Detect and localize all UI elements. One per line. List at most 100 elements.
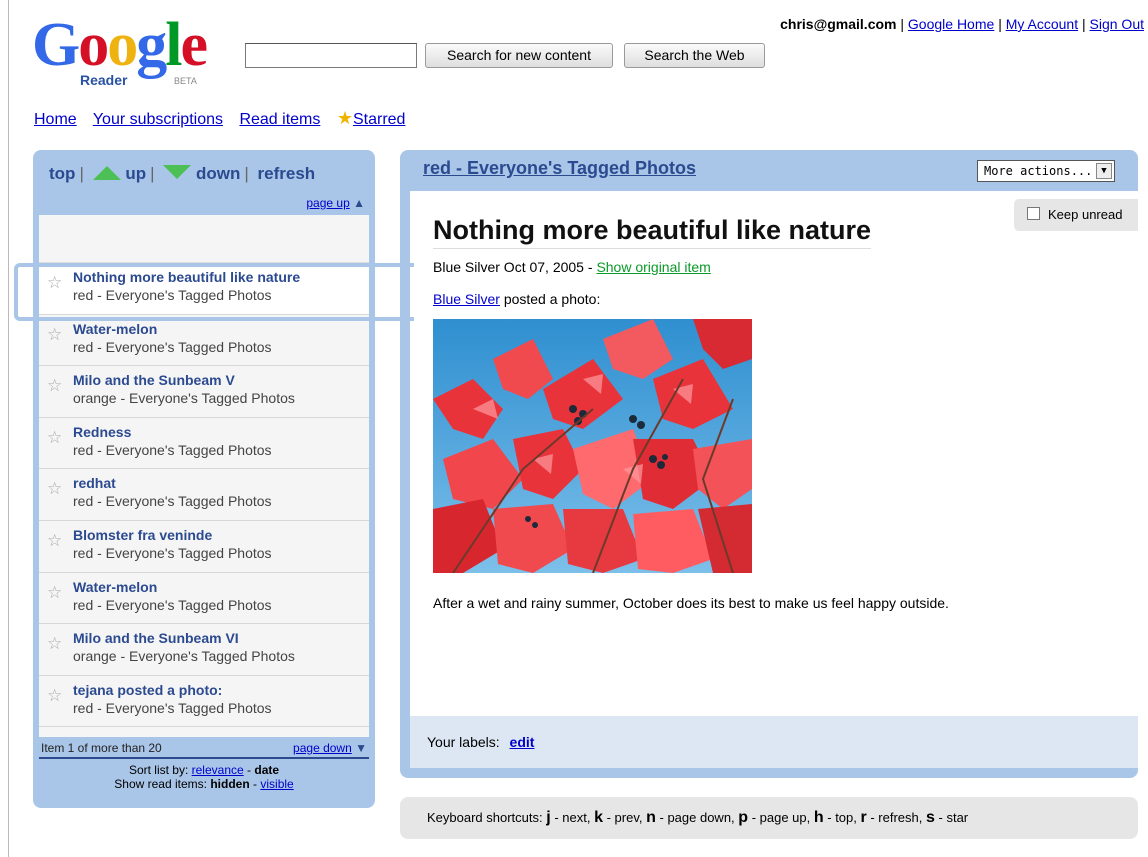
keep-unread-checkbox[interactable] (1027, 207, 1040, 220)
logo-reader-label: Reader (80, 72, 128, 88)
sign-out-link[interactable]: Sign Out (1090, 16, 1144, 32)
star-outline-icon[interactable]: ☆ (47, 325, 62, 345)
search-web-button[interactable]: Search the Web (624, 43, 765, 68)
show-visible-link[interactable]: visible (260, 777, 293, 791)
author-link[interactable]: Blue Silver (433, 291, 500, 307)
sort-relevance-link[interactable]: relevance (192, 763, 244, 777)
star-outline-icon[interactable]: ☆ (47, 428, 62, 448)
keep-unread-label: Keep unread (1048, 207, 1123, 222)
article-caption: After a wet and rainy summer, October do… (433, 595, 949, 611)
shortcuts-label: Keyboard shortcuts: (427, 810, 543, 825)
list-item-title[interactable]: Milo and the Sunbeam V (73, 372, 369, 388)
list-item[interactable]: ☆ Blomster fra veninde red - Everyone's Ta… (39, 520, 369, 573)
page-down-control[interactable]: page down ▼ (293, 741, 367, 755)
shortcut-description: - page up, (748, 810, 811, 825)
logo-letter: l (165, 11, 182, 79)
list-item-title[interactable]: tejana posted a photo: (73, 682, 369, 698)
user-bar: chris@gmail.com | Google Home | My Accou… (780, 16, 1144, 32)
list-item-title[interactable]: Blomster fra veninde (73, 527, 369, 543)
separator: | (998, 16, 1002, 32)
list-item[interactable]: ☆ Water-melon red - Everyone's Tagged Phot… (39, 572, 369, 625)
chevron-down-icon: ▼ (1096, 163, 1112, 179)
user-email: chris@gmail.com (780, 16, 897, 32)
nav-home[interactable]: Home (34, 111, 77, 128)
page-up-control[interactable]: page up ▲ (306, 196, 365, 210)
logo-beta-label: BETA (174, 76, 197, 86)
logo-letter: G (32, 11, 80, 79)
google-reader-logo[interactable]: Google Reader BETA (32, 14, 222, 94)
list-item-source: red - Everyone's Tagged Photos (73, 596, 272, 613)
nav-down-button[interactable]: down (196, 164, 240, 183)
separator: - (253, 777, 258, 791)
list-item[interactable]: ☆ Redness red - Everyone's Tagged Photos (39, 417, 369, 470)
list-spacer (39, 215, 369, 263)
article-title[interactable]: Nothing more beautiful like nature (433, 215, 872, 249)
star-outline-icon[interactable]: ☆ (47, 479, 62, 499)
star-outline-icon[interactable]: ☆ (47, 531, 62, 551)
list-item[interactable]: ☆ Water-melon red - Everyone's Tagged Phot… (39, 314, 369, 367)
article: Keep unread Nothing more beautiful like … (410, 191, 1138, 716)
more-actions-select[interactable]: More actions... ▼ (977, 160, 1115, 182)
list-item-title[interactable]: Nothing more beautiful like nature (73, 269, 369, 285)
feed-title-link[interactable]: red - Everyone's Tagged Photos (423, 158, 696, 179)
my-account-link[interactable]: My Account (1006, 16, 1078, 32)
list-item-source: red - Everyone's Tagged Photos (73, 441, 272, 458)
separator: - (247, 763, 252, 777)
posted-text: posted a photo: (503, 291, 601, 307)
separator: - (587, 259, 593, 275)
star-outline-icon[interactable]: ☆ (47, 273, 62, 293)
nav-subscriptions[interactable]: Your subscriptions (93, 111, 223, 128)
separator: | (1081, 16, 1086, 32)
logo-letter: e (180, 11, 207, 79)
article-photo[interactable] (433, 319, 752, 573)
star-outline-icon[interactable]: ☆ (47, 583, 62, 603)
nav-read-items[interactable]: Read items (239, 111, 320, 128)
list-item[interactable]: ☆ Nothing more beautiful like nature red -… (39, 263, 369, 315)
more-actions-value: More actions... (984, 164, 1093, 178)
shortcut-description: - refresh, (866, 810, 923, 825)
shortcut-description: - star (934, 810, 969, 825)
list-item[interactable]: ☆ redhat red - Everyone's Tagged Photos (39, 469, 369, 521)
list-item-source: red - Everyone's Tagged Photos (73, 287, 272, 303)
star-outline-icon[interactable]: ☆ (47, 686, 62, 706)
list-item-source: red - Everyone's Tagged Photos (73, 493, 272, 510)
list-item-title[interactable]: Milo and the Sunbeam VI (73, 630, 369, 646)
show-original-link[interactable]: Show original item (596, 259, 710, 275)
nav-top-button[interactable]: top (49, 164, 75, 183)
list-item-title[interactable]: redhat (73, 475, 369, 491)
search-new-content-button[interactable]: Search for new content (425, 43, 613, 68)
sort-date-current: date (254, 763, 280, 777)
star-icon: ★ (336, 108, 353, 128)
logo-letter: g (136, 11, 167, 79)
page-down-link[interactable]: page down (293, 741, 352, 755)
keep-unread-toggle[interactable]: Keep unread (1014, 199, 1138, 231)
list-item-title[interactable]: Water-melon (73, 321, 369, 337)
show-hidden-current: hidden (210, 777, 250, 791)
star-outline-icon[interactable]: ☆ (47, 376, 62, 396)
page-up-link[interactable]: page up (306, 196, 349, 210)
list-item[interactable]: ☆ tejana posted a photo: red - Everyone's … (39, 675, 369, 728)
search-input[interactable] (245, 43, 417, 68)
labels-bar: Your labels: edit (410, 716, 1138, 768)
list-scroll-area[interactable]: ☆ Nothing more beautiful like nature red -… (39, 215, 369, 738)
star-outline-icon[interactable]: ☆ (47, 634, 62, 654)
show-read-label: Show read items: (114, 777, 207, 791)
list-item[interactable]: ☆ Milo and the Sunbeam VI orange - Everyon… (39, 624, 369, 676)
nav-up-button[interactable]: up (125, 164, 146, 183)
list-item[interactable]: ☆ Milo and the Sunbeam V orange - Everyone… (39, 366, 369, 418)
up-arrow-icon[interactable] (92, 166, 121, 180)
shortcut-key: k (594, 809, 603, 826)
edit-labels-link[interactable]: edit (510, 734, 535, 750)
google-home-link[interactable]: Google Home (908, 16, 994, 32)
logo-letter: o (78, 11, 109, 79)
list-item-title[interactable]: Water-melon (73, 579, 369, 595)
down-triangle-icon: ▼ (355, 741, 367, 755)
list-item-source: red - Everyone's Tagged Photos (73, 338, 272, 355)
list-item-title[interactable]: Redness (73, 424, 369, 440)
down-arrow-icon[interactable] (163, 165, 192, 179)
red-leaves-photo (433, 319, 752, 573)
nav-refresh-button[interactable]: refresh (258, 164, 316, 183)
list-item-source: red - Everyone's Tagged Photos (73, 544, 272, 561)
nav-starred[interactable]: Starred (353, 111, 405, 128)
list-item-source: orange - Everyone's Tagged Photos (73, 648, 295, 665)
